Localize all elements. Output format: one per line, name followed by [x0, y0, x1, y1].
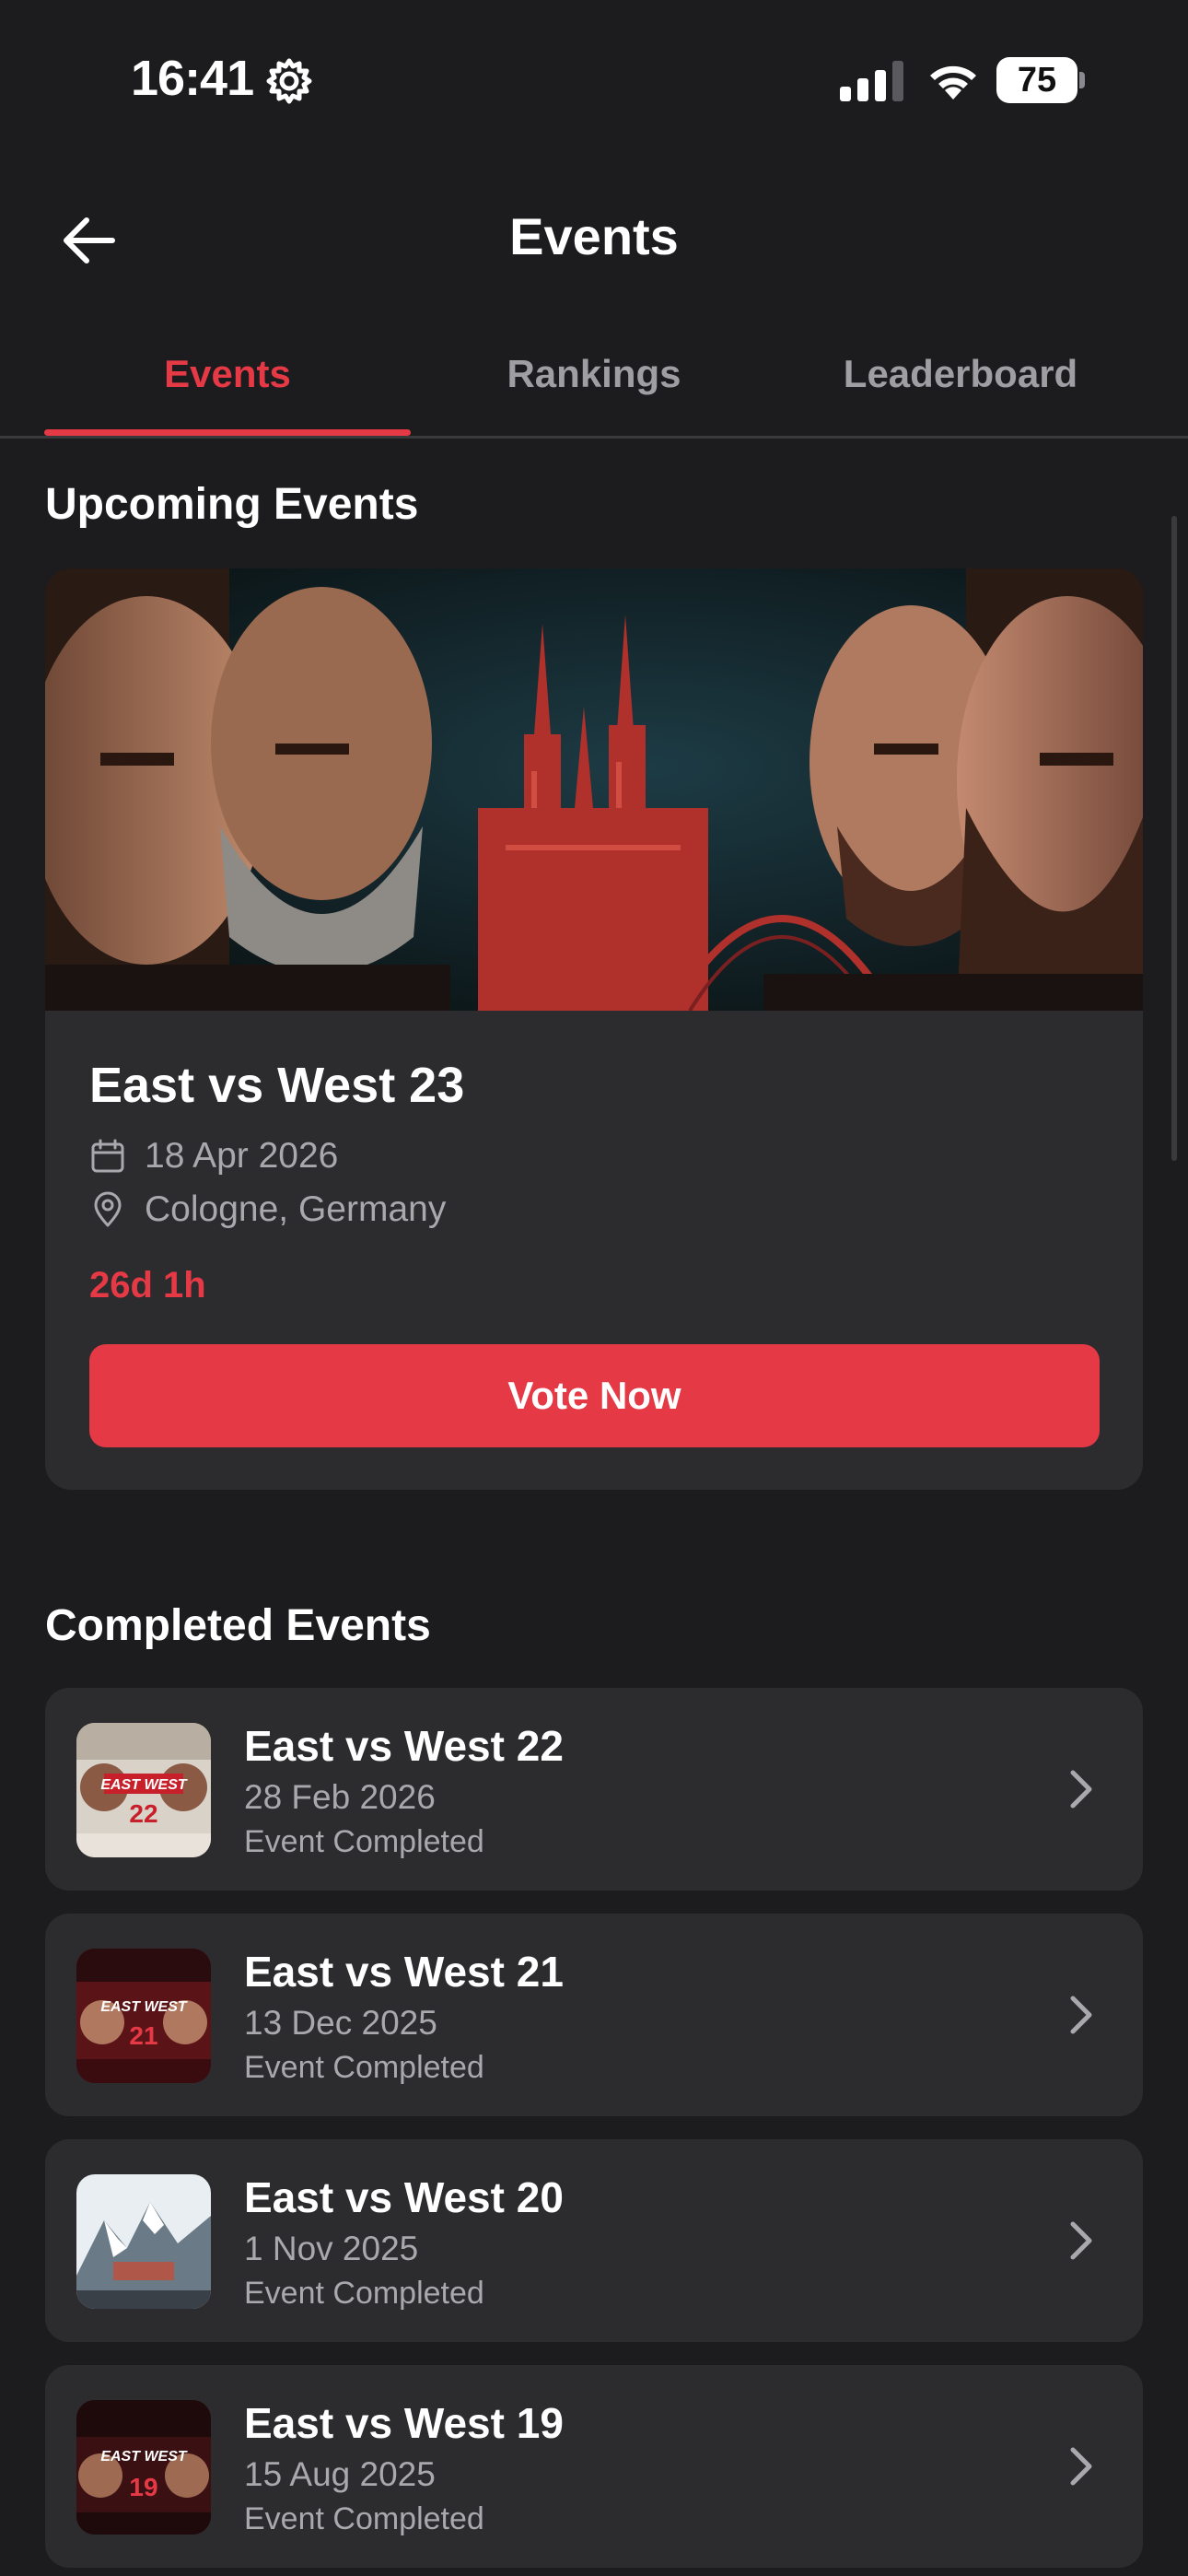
event-poster-thumbnail: EAST WEST 22 — [76, 1723, 211, 1857]
gear-icon — [266, 58, 312, 104]
event-status: Event Completed — [244, 2276, 484, 2311]
event-name: East vs West 20 — [244, 2173, 564, 2221]
featured-event-card[interactable]: East vs West 23 18 Apr 2026 Cologne, Ger… — [45, 568, 1143, 1490]
battery-icon: 75 — [996, 57, 1085, 103]
svg-text:EAST WEST: EAST WEST — [100, 1777, 188, 1793]
event-date: 28 Feb 2026 — [244, 1778, 436, 1816]
event-date-row: 18 Apr 2026 — [89, 1132, 338, 1180]
scrollbar[interactable] — [1171, 516, 1177, 1161]
event-poster-thumbnail: EAST WEST 19 — [76, 2400, 211, 2535]
event-location-row: Cologne, Germany — [89, 1186, 446, 1234]
tab-rankings[interactable]: Rankings — [411, 341, 777, 439]
status-time: 16:41 — [131, 51, 254, 106]
event-date: 13 Dec 2025 — [244, 2004, 437, 2042]
event-poster-thumbnail — [76, 2174, 211, 2309]
event-date: 15 Aug 2025 — [244, 2455, 436, 2493]
page-title: Events — [509, 207, 679, 265]
chevron-right-icon — [1070, 1996, 1092, 2034]
events-screen: 16:41 75 Events Events Rankings Leaderbo… — [0, 0, 1188, 2576]
chevron-right-icon — [1070, 2447, 1092, 2486]
status-bar: 16:41 75 — [0, 0, 1188, 157]
wifi-icon — [930, 65, 976, 100]
vote-now-button[interactable]: Vote Now — [89, 1344, 1100, 1447]
completed-event-row[interactable]: EAST WEST 19 East vs West 19 15 Aug 2025… — [45, 2365, 1143, 2568]
tab-bar: Events Rankings Leaderboard — [0, 341, 1188, 439]
event-name: East vs West 22 — [244, 1722, 564, 1770]
active-tab-indicator — [44, 429, 411, 436]
poster-badge: 22 — [129, 1799, 157, 1828]
event-countdown: 26d 1h — [89, 1265, 206, 1306]
tab-events[interactable]: Events — [44, 341, 411, 439]
poster-badge: 19 — [129, 2473, 157, 2501]
event-name: East vs West 21 — [244, 1948, 564, 1996]
chevron-right-icon — [1070, 2221, 1092, 2260]
signal-icon — [840, 61, 903, 101]
event-status: Event Completed — [244, 1824, 484, 1859]
completed-event-row[interactable]: East vs West 20 1 Nov 2025 Event Complet… — [45, 2139, 1143, 2342]
battery-level: 75 — [1017, 61, 1057, 100]
event-title: East vs West 23 — [89, 1058, 465, 1113]
event-banner-image — [45, 568, 1143, 1011]
upcoming-section-title: Upcoming Events — [45, 480, 419, 529]
completed-event-row[interactable]: EAST WEST 21 East vs West 21 13 Dec 2025… — [45, 1914, 1143, 2116]
completed-event-row[interactable]: EAST WEST 22 East vs West 22 28 Feb 2026… — [45, 1688, 1143, 1891]
battery-tip — [1079, 72, 1085, 88]
map-pin-icon — [94, 1191, 122, 1227]
event-date: 1 Nov 2025 — [244, 2230, 419, 2267]
event-location: Cologne, Germany — [145, 1189, 447, 1229]
svg-text:EAST WEST: EAST WEST — [100, 1999, 188, 2015]
event-poster-thumbnail: EAST WEST 21 — [76, 1949, 211, 2083]
event-status: Event Completed — [244, 2501, 484, 2536]
chevron-right-icon — [1070, 1770, 1092, 1809]
event-date: 18 Apr 2026 — [145, 1136, 339, 1176]
event-status: Event Completed — [244, 2050, 484, 2085]
tab-leaderboard[interactable]: Leaderboard — [777, 341, 1144, 439]
poster-badge: 21 — [129, 2021, 157, 2050]
calendar-icon — [91, 1139, 124, 1173]
event-name: East vs West 19 — [244, 2399, 564, 2447]
completed-section-title: Completed Events — [45, 1601, 431, 1650]
svg-text:EAST WEST: EAST WEST — [100, 2449, 188, 2465]
